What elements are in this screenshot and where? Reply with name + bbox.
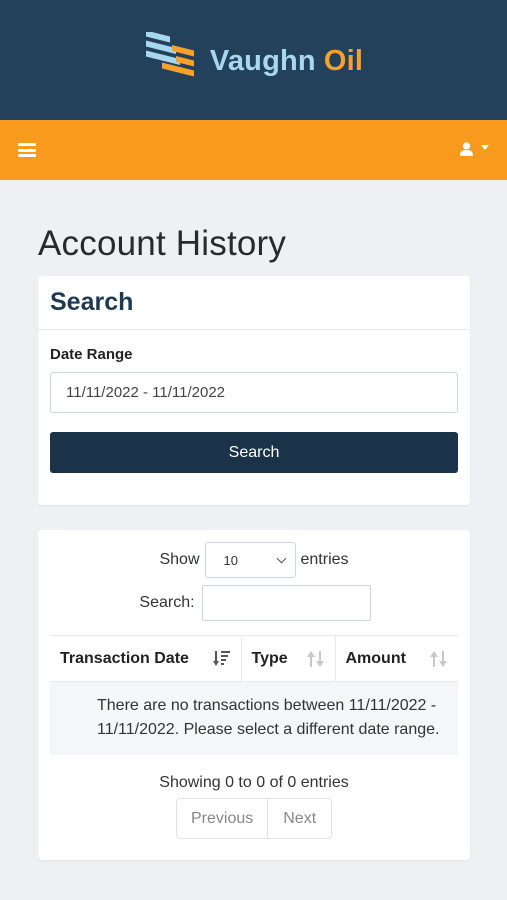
chevron-down-icon (276, 553, 286, 563)
brand-name-part2: Oil (323, 44, 364, 77)
search-card-header: Search (38, 276, 470, 330)
table-search-control: Search: (38, 585, 470, 621)
column-header-label: Amount (345, 649, 406, 667)
column-header-label: Transaction Date (60, 649, 189, 667)
table-row: There are no transactions between 11/11/… (50, 681, 458, 755)
previous-page-button[interactable]: Previous (177, 799, 268, 838)
transactions-table: Transaction Date Type Amount There are n… (50, 635, 458, 755)
entries-label: entries (300, 551, 349, 568)
entries-select-value: 10 (223, 552, 238, 568)
column-header-transaction-date[interactable]: Transaction Date (50, 635, 241, 682)
brand-logo[interactable]: Vaughn Oil (144, 32, 363, 90)
search-card: Search Date Range Search (38, 276, 470, 505)
brand-name-part1: Vaughn (209, 44, 316, 77)
table-search-input[interactable] (201, 585, 371, 621)
table-header-row: Transaction Date Type Amount (50, 635, 458, 682)
entries-select[interactable]: 10 (204, 542, 296, 578)
vaughn-oil-logo-icon (145, 32, 194, 77)
table-info: Showing 0 to 0 of 0 entries (159, 774, 349, 791)
sort-icon (430, 650, 447, 667)
search-button[interactable]: Search (50, 432, 458, 473)
search-card-heading: Search (50, 288, 134, 316)
transactions-card: Show 10 entries Search: Transaction Date (38, 530, 470, 860)
navbar (0, 120, 507, 180)
table-search-label: Search: (139, 594, 195, 611)
show-label: Show (159, 551, 200, 568)
caret-down-icon (481, 144, 489, 150)
column-header-type[interactable]: Type (240, 635, 335, 682)
page-length-control: Show 10 entries (38, 542, 470, 578)
user-icon (460, 142, 473, 156)
page-title: Account History (38, 224, 287, 263)
pagination: Previous Next (176, 798, 333, 839)
date-range-label: Date Range (50, 346, 133, 363)
column-header-label: Type (251, 649, 288, 667)
column-header-amount[interactable]: Amount (334, 635, 458, 682)
site-header: Vaughn Oil (0, 0, 507, 120)
next-page-button[interactable]: Next (267, 799, 332, 838)
date-range-input[interactable] (50, 372, 458, 413)
user-menu-toggle[interactable] (460, 142, 489, 156)
sort-icon (306, 650, 324, 667)
empty-table-message: There are no transactions between 11/11/… (50, 681, 458, 755)
brand-name: Vaughn Oil (210, 45, 363, 78)
hamburger-icon[interactable] (18, 143, 36, 157)
sort-descending-icon (212, 650, 230, 666)
search-card-body: Date Range Search (38, 330, 470, 473)
